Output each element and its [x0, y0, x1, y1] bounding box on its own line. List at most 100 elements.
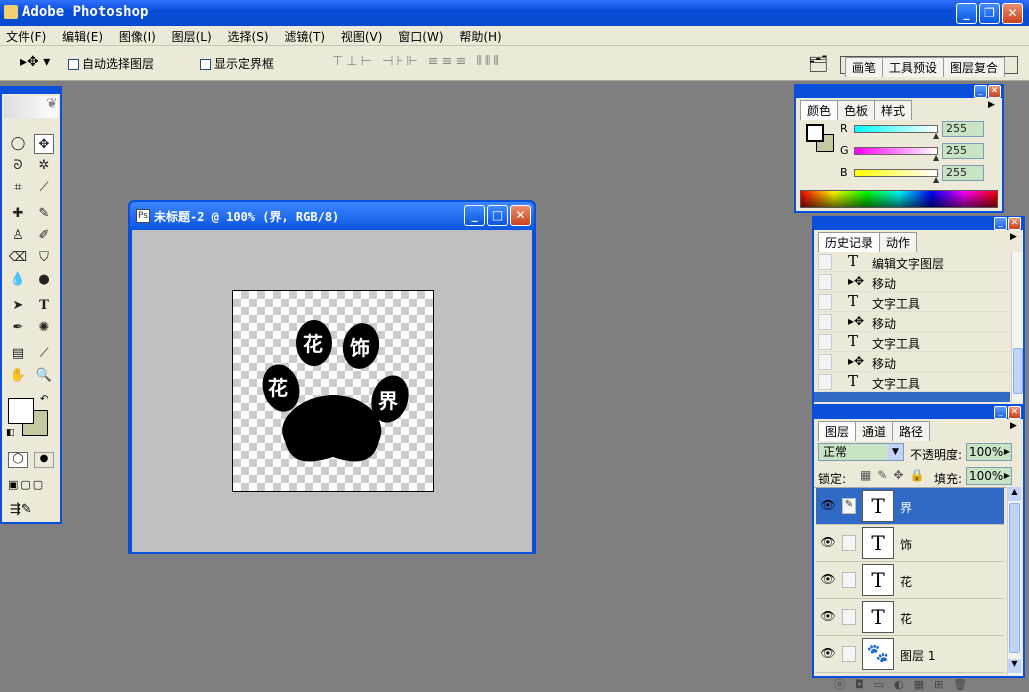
channel-r-value[interactable]: 255	[942, 121, 984, 137]
color-fg-swatch[interactable]	[806, 124, 824, 142]
history-item[interactable]: ▸✥ 移动	[814, 312, 1010, 332]
channel-g-value[interactable]: 255	[942, 143, 984, 159]
history-item[interactable]: ▸✥ 移动	[814, 352, 1010, 372]
link-box[interactable]	[842, 572, 856, 588]
opacity-field[interactable]: 100% ▶	[966, 443, 1012, 461]
menu-file[interactable]: 文件(F)	[0, 26, 52, 45]
tab-layers[interactable]: 图层	[818, 421, 857, 441]
visibility-eye-icon[interactable]: 👁	[820, 609, 836, 625]
history-item[interactable]: T 文字工具	[814, 292, 1010, 312]
fill-arrow-icon[interactable]: ▶	[1004, 468, 1010, 484]
color-panel-minimize-button[interactable]: _	[974, 85, 987, 98]
slice-icon[interactable]: ⟋	[34, 178, 54, 198]
hand-icon[interactable]: ✋	[8, 366, 28, 386]
auto-select-checkbox[interactable]: 自动选择图层	[68, 55, 154, 72]
doc-minimize-button[interactable]: _	[464, 205, 485, 226]
layers-panel-menu-icon[interactable]: ▶	[1010, 421, 1017, 431]
opacity-arrow-icon[interactable]: ▶	[1004, 444, 1010, 460]
layer-row-hua-2[interactable]: 👁 T 花	[816, 599, 1004, 636]
quick-mask-icon[interactable]: ●	[34, 452, 54, 468]
align-buttons-icon[interactable]: ⊤⊥⊢ ⊣⊦⊩ ≡≡≡ ⫴⫴⫴	[332, 54, 502, 69]
link-box[interactable]	[842, 535, 856, 551]
history-item[interactable]: ▸✥ 移动	[814, 272, 1010, 292]
move-tool-preset-icon[interactable]: ▸✥ ▾	[20, 54, 50, 70]
layers-minimize-button[interactable]: _	[994, 406, 1007, 419]
channel-g-thumb-icon[interactable]: ▲	[933, 153, 939, 162]
lock-icons[interactable]: ▦✎✥🔒	[860, 468, 930, 482]
show-bounds-checkbox[interactable]: 显示定界框	[200, 55, 274, 72]
screen-mode-icons[interactable]: ▣▢▢	[8, 478, 45, 491]
pen-icon[interactable]: ✒	[8, 318, 28, 338]
minimize-button[interactable]: _	[956, 3, 977, 24]
visibility-eye-icon[interactable]: 👁	[820, 572, 836, 588]
menu-layer[interactable]: 图层(L)	[166, 26, 218, 45]
crop-icon[interactable]: ⌗	[8, 178, 28, 198]
color-panel-menu-icon[interactable]: ▶	[988, 100, 995, 110]
path-select-icon[interactable]: ➤	[8, 296, 28, 316]
history-panel-menu-icon[interactable]: ▶	[1010, 232, 1017, 242]
scroll-up-icon[interactable]: ▲	[1008, 487, 1021, 501]
layer-row-hua-1[interactable]: 👁 T 花	[816, 562, 1004, 599]
jump-to-imageready-icon[interactable]: ⇶✎	[10, 502, 32, 517]
tab-brushes[interactable]: 画笔	[845, 57, 884, 77]
default-colors-icon[interactable]: ◧	[6, 428, 15, 438]
layer-row-jie[interactable]: 👁 ✎ T 界	[816, 488, 1004, 525]
type-tool-icon[interactable]: T	[34, 296, 54, 316]
healing-brush-icon[interactable]: ✚	[8, 204, 28, 224]
brush-link-icon[interactable]: ✎	[842, 498, 856, 514]
menu-image[interactable]: 图像(I)	[113, 26, 162, 45]
layer-row-shi[interactable]: 👁 T 饰	[816, 525, 1004, 562]
clone-stamp-icon[interactable]: ♙	[8, 226, 28, 246]
channel-b-thumb-icon[interactable]: ▲	[933, 175, 939, 184]
tab-channels[interactable]: 通道	[855, 421, 894, 441]
close-button[interactable]: ✕	[1002, 3, 1023, 24]
blend-mode-select[interactable]: 正常 ▼	[818, 443, 904, 461]
visibility-eye-icon[interactable]: 👁	[820, 498, 836, 514]
visibility-eye-icon[interactable]: 👁	[820, 646, 836, 662]
color-spectrum-ramp[interactable]	[800, 190, 998, 208]
layers-bottom-toolbar-icons[interactable]: ⓞ◘▭◐▦⊞🗑	[834, 676, 977, 692]
channel-r-thumb-icon[interactable]: ▲	[933, 131, 939, 140]
channel-g-slider[interactable]	[854, 147, 938, 155]
history-item[interactable]: T 文字工具	[814, 372, 1010, 392]
tab-color[interactable]: 颜色	[800, 100, 839, 120]
channel-b-value[interactable]: 255	[942, 165, 984, 181]
lasso-icon[interactable]: ᘐ	[8, 156, 28, 176]
marquee-icon[interactable]: ◯	[8, 134, 28, 154]
custom-shape-icon[interactable]: ✺	[34, 318, 54, 338]
notes-icon[interactable]: ▤	[8, 344, 28, 364]
tab-layer-comps[interactable]: 图层复合	[943, 57, 1006, 77]
zoom-icon[interactable]: 🔍	[34, 366, 54, 386]
menu-edit[interactable]: 编辑(E)	[56, 26, 109, 45]
tab-paths[interactable]: 路径	[892, 421, 931, 441]
foreground-color-swatch[interactable]	[8, 398, 34, 424]
brush-icon[interactable]: ✎	[34, 204, 54, 224]
link-box[interactable]	[842, 646, 856, 662]
channel-r-slider[interactable]	[854, 125, 938, 133]
magic-wand-icon[interactable]: ✲	[34, 156, 54, 176]
history-item[interactable]: T 文字工具	[814, 332, 1010, 352]
menu-window[interactable]: 窗口(W)	[392, 26, 449, 45]
menu-select[interactable]: 选择(S)	[222, 26, 275, 45]
menu-view[interactable]: 视图(V)	[335, 26, 389, 45]
scroll-down-icon[interactable]: ▼	[1008, 659, 1021, 673]
paint-bucket-icon[interactable]: ⛉	[34, 248, 54, 268]
doc-close-button[interactable]: ✕	[510, 205, 531, 226]
tab-styles[interactable]: 样式	[874, 100, 913, 120]
history-scrollbar[interactable]	[1011, 252, 1023, 402]
history-close-button[interactable]: ✕	[1008, 217, 1021, 230]
image-canvas[interactable]: 花 饰 花 界	[232, 290, 434, 492]
history-item[interactable]: T 编辑文字图层	[814, 252, 1010, 272]
blur-icon[interactable]: 💧	[8, 270, 28, 290]
history-item-selected[interactable]	[814, 392, 1010, 402]
dodge-icon[interactable]: ●	[34, 270, 54, 290]
eraser-icon[interactable]: ⌫	[8, 248, 28, 268]
restore-button[interactable]: ❐	[979, 3, 1000, 24]
eyedropper-icon[interactable]: ⟋	[34, 344, 54, 364]
menu-help[interactable]: 帮助(H)	[453, 26, 507, 45]
history-brush-icon[interactable]: ✐	[34, 226, 54, 246]
visibility-eye-icon[interactable]: 👁	[820, 535, 836, 551]
fill-field[interactable]: 100% ▶	[966, 467, 1012, 485]
standard-mode-icon[interactable]: ◯	[8, 452, 28, 468]
move-tool-icon[interactable]: ✥	[34, 134, 54, 154]
